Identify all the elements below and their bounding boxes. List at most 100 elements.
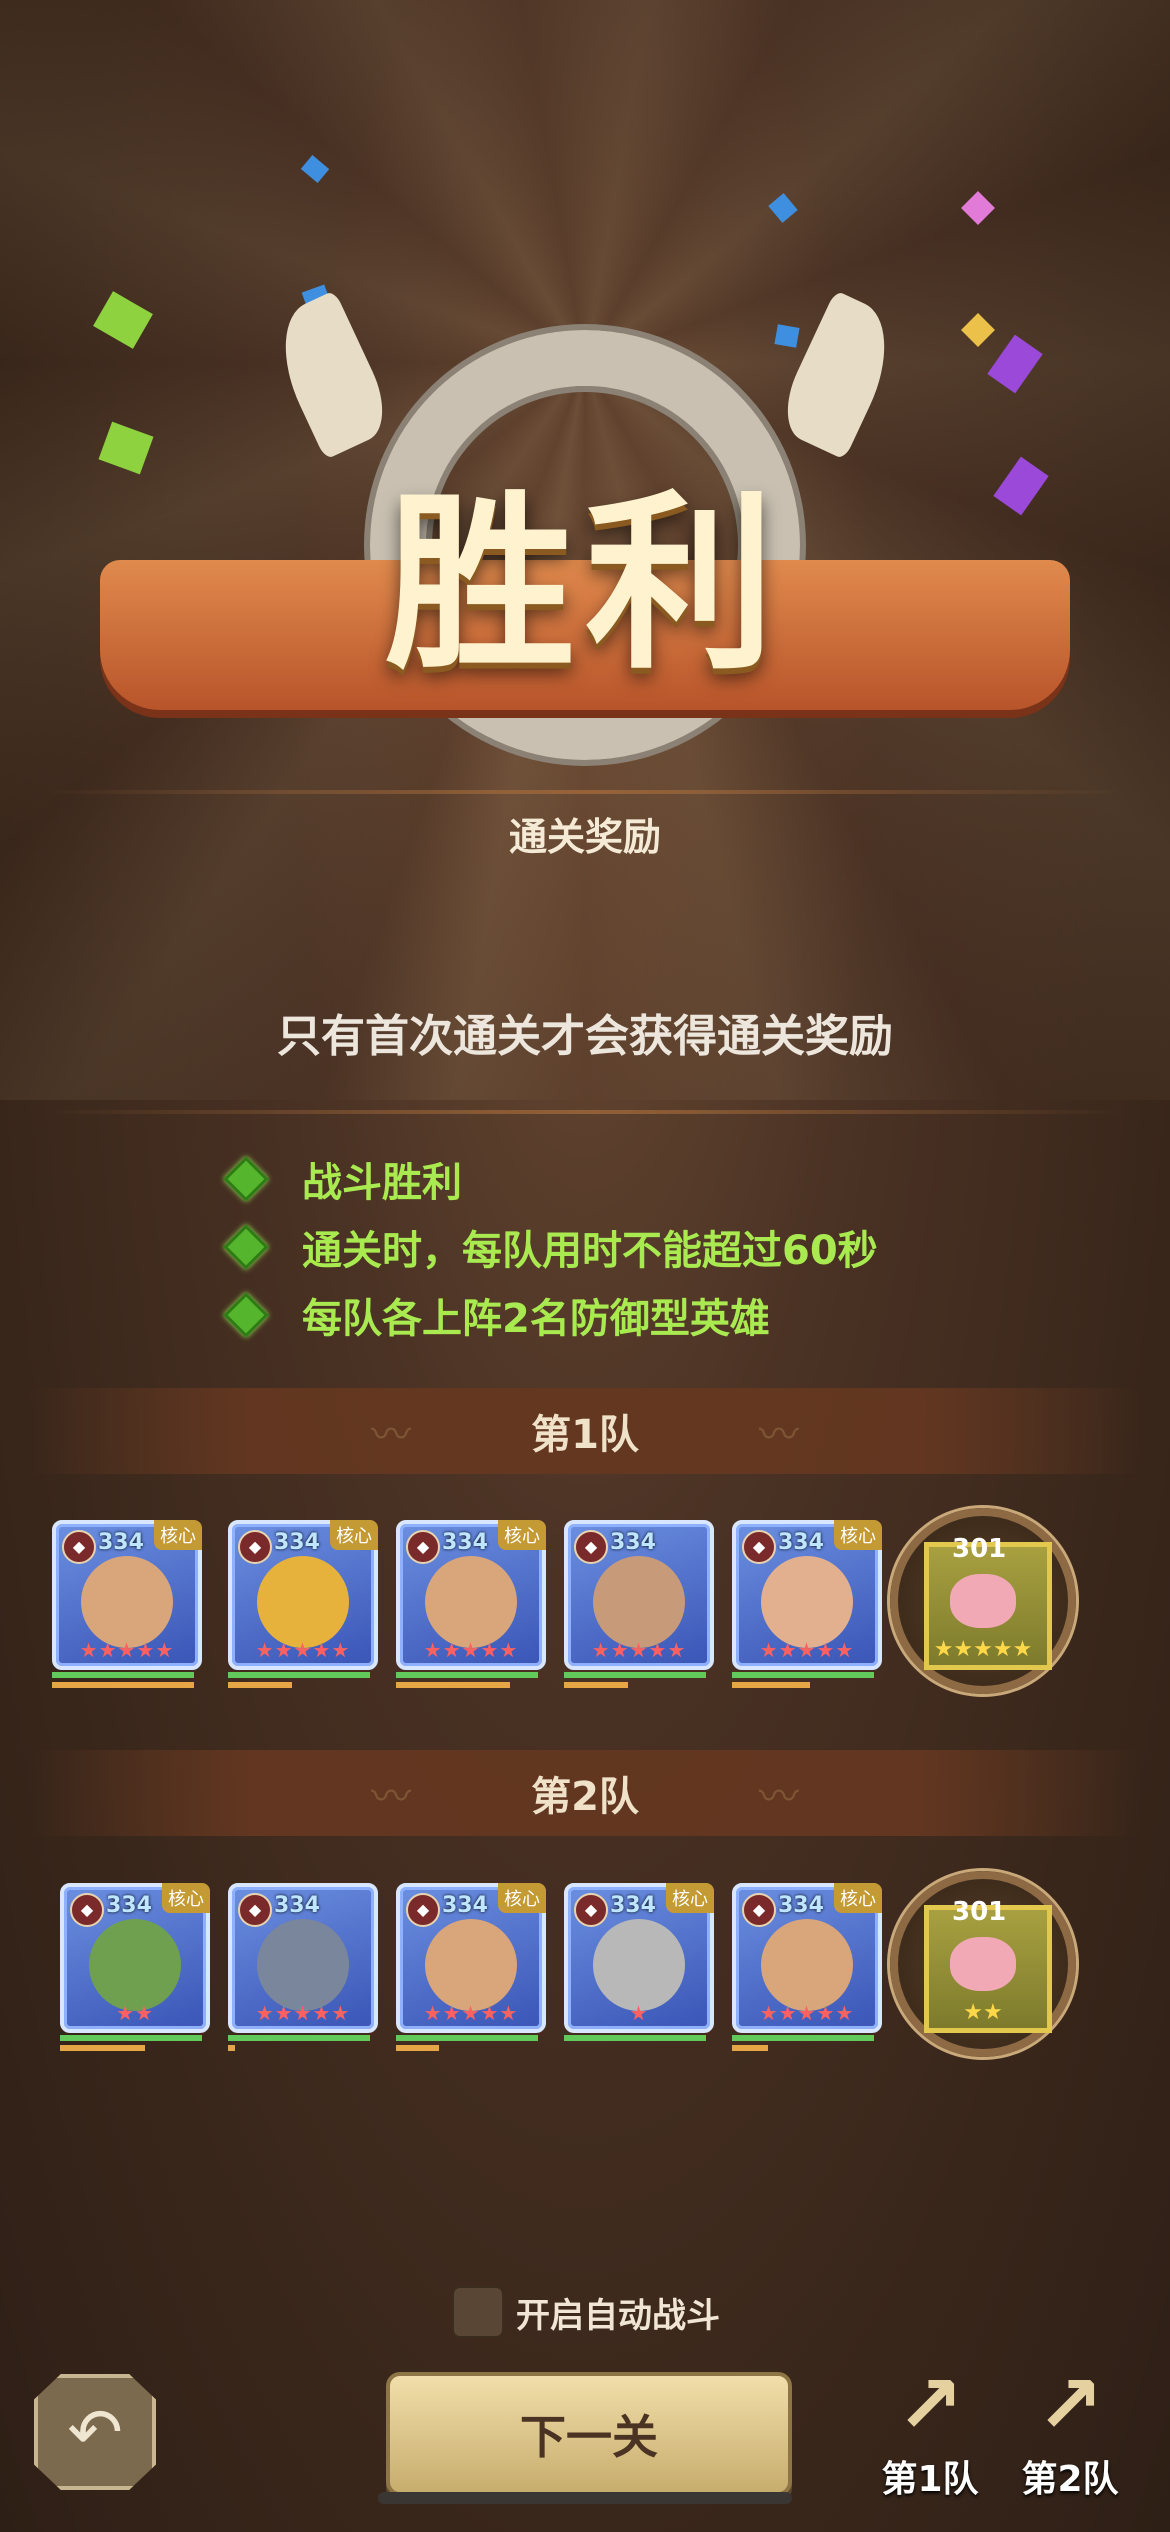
hero-card[interactable]: ◆ 334 核心 ★★★★★ <box>732 1883 882 2033</box>
confetti <box>774 324 800 348</box>
back-arrow-icon: ↶ <box>67 2393 123 2471</box>
green-diamond-icon <box>223 1156 269 1202</box>
hero-portrait <box>257 1919 349 2011</box>
hero-portrait <box>81 1556 173 1648</box>
hero-level: 334 <box>274 1530 320 1555</box>
hero-portrait <box>257 1556 349 1648</box>
pet-stars: ★★ <box>963 2000 1003 2025</box>
hero-hp-bar <box>564 1672 706 1678</box>
hero-card[interactable]: ◆ 334 核心 ★★ <box>60 1883 210 2033</box>
condition-text: 每队各上阵2名防御型英雄 <box>302 1296 770 1342</box>
hero-card[interactable]: ◆ 334 核心 ★★★★★ <box>732 1520 882 1670</box>
hero-stars: ★★★★★ <box>759 2001 855 2025</box>
hero-stars: ★★★★★ <box>255 1638 351 1662</box>
pig-portrait <box>950 1574 1016 1628</box>
hero-portrait <box>761 1919 853 2011</box>
hero-level: 334 <box>106 1893 152 1918</box>
confetti <box>768 193 798 223</box>
confetti <box>93 291 153 349</box>
pet-level: 301 <box>952 1534 1007 1564</box>
reward-header: 通关奖励 <box>508 815 661 859</box>
hero-stars: ★★ <box>116 2001 154 2025</box>
hero-hp-bar <box>396 1672 538 1678</box>
core-badge: 核心 <box>498 1520 546 1550</box>
team2-header: 〰 第2队 〰 <box>30 1750 1140 1836</box>
trend-arrow-icon: ↗ <box>1036 2358 1104 2451</box>
core-badge: 核心 <box>834 1883 882 1913</box>
hero-portrait <box>425 1919 517 2011</box>
hero-portrait <box>89 1919 181 2011</box>
team2-button[interactable]: ↗ 第2队 <box>1010 2360 1130 2502</box>
swirl-icon: 〰 <box>371 1412 412 1458</box>
team1-button[interactable]: ↗ 第1队 <box>870 2360 990 2502</box>
hero-hp-bar <box>396 2035 538 2041</box>
core-badge: 核心 <box>154 1520 202 1550</box>
swirl-icon: 〰 <box>758 1412 799 1458</box>
home-indicator <box>378 2492 792 2504</box>
hero-energy-bar <box>396 1682 510 1688</box>
back-button[interactable]: ↶ <box>34 2374 156 2490</box>
hero-card[interactable]: ◆ 334 核心 ★★★★★ <box>228 1520 378 1670</box>
hero-level: 334 <box>98 1530 144 1555</box>
hero-hp-bar <box>60 2035 202 2041</box>
hero-level: 334 <box>442 1893 488 1918</box>
hero-stars: ★★★★★ <box>423 1638 519 1662</box>
hero-level: 334 <box>778 1530 824 1555</box>
auto-battle-checkbox[interactable] <box>452 2286 504 2338</box>
hero-energy-bar <box>564 1682 628 1688</box>
hero-energy-bar <box>732 2045 768 2051</box>
team2-button-label: 第2队 <box>1021 2459 1119 2500</box>
hero-stars: ★★★★★ <box>79 1638 175 1662</box>
auto-battle-label: 开启自动战斗 <box>516 2295 720 2336</box>
pet-level: 301 <box>952 1897 1007 1927</box>
team2-label: 第2队 <box>531 1774 639 1820</box>
hero-card[interactable]: ◆ 334 核心 ★★★★★ <box>396 1520 546 1670</box>
hero-hp-bar <box>228 2035 370 2041</box>
condition-item: 战斗胜利 <box>223 1150 462 1208</box>
team1-header: 〰 第1队 〰 <box>30 1388 1140 1474</box>
core-badge: 核心 <box>330 1520 378 1550</box>
condition-item: 通关时，每队用时不能超过60秒 <box>223 1218 878 1276</box>
hero-hp-bar <box>228 1672 370 1678</box>
victory-title: 胜利 <box>384 472 785 695</box>
trend-arrow-icon: ↗ <box>896 2358 964 2451</box>
auto-battle-toggle[interactable]: 开启自动战斗 <box>452 2286 720 2338</box>
green-diamond-icon <box>223 1292 269 1338</box>
swirl-icon: 〰 <box>371 1774 412 1820</box>
pet-card[interactable]: 301 ★★ <box>890 1871 1076 2057</box>
hero-hp-bar <box>732 1672 874 1678</box>
hero-card[interactable]: ◆ 334 ★★★★★ <box>564 1520 714 1670</box>
divider <box>40 1110 1130 1114</box>
hero-card[interactable]: ◆ 334 ★★★★★ <box>228 1883 378 2033</box>
confetti <box>961 191 995 225</box>
confetti <box>961 313 995 347</box>
hero-energy-bar <box>228 2045 235 2051</box>
hero-level: 334 <box>274 1893 320 1918</box>
hero-hp-bar <box>732 2035 874 2041</box>
condition-text: 战斗胜利 <box>302 1160 462 1206</box>
hero-card[interactable]: ◆ 334 核心 ★ <box>564 1883 714 2033</box>
pet-stars: ★★★★★ <box>933 1637 1033 1662</box>
hero-level: 334 <box>442 1530 488 1555</box>
confetti <box>987 334 1043 394</box>
hero-energy-bar <box>396 2045 439 2051</box>
hero-stars: ★★★★★ <box>591 1638 687 1662</box>
confetti <box>300 155 330 183</box>
hero-stars: ★ <box>629 2001 649 2025</box>
condition-item: 每队各上阵2名防御型英雄 <box>223 1286 770 1344</box>
hero-hp-bar <box>564 2035 706 2041</box>
core-badge: 核心 <box>162 1883 210 1913</box>
hero-portrait <box>593 1919 685 2011</box>
hero-energy-bar <box>732 1682 810 1688</box>
hero-card[interactable]: ◆ 334 核心 ★★★★★ <box>396 1883 546 2033</box>
swirl-icon: 〰 <box>758 1774 799 1820</box>
hero-stars: ★★★★★ <box>255 2001 351 2025</box>
hero-card[interactable]: ◆ 334 核心 ★★★★★ <box>52 1520 202 1670</box>
core-badge: 核心 <box>498 1883 546 1913</box>
hero-energy-bar <box>228 1682 292 1688</box>
hero-level: 334 <box>610 1893 656 1918</box>
core-badge: 核心 <box>834 1520 882 1550</box>
divider <box>40 790 1130 794</box>
pet-card[interactable]: 301 ★★★★★ <box>890 1508 1076 1694</box>
next-level-button[interactable]: 下一关 <box>386 2372 792 2496</box>
